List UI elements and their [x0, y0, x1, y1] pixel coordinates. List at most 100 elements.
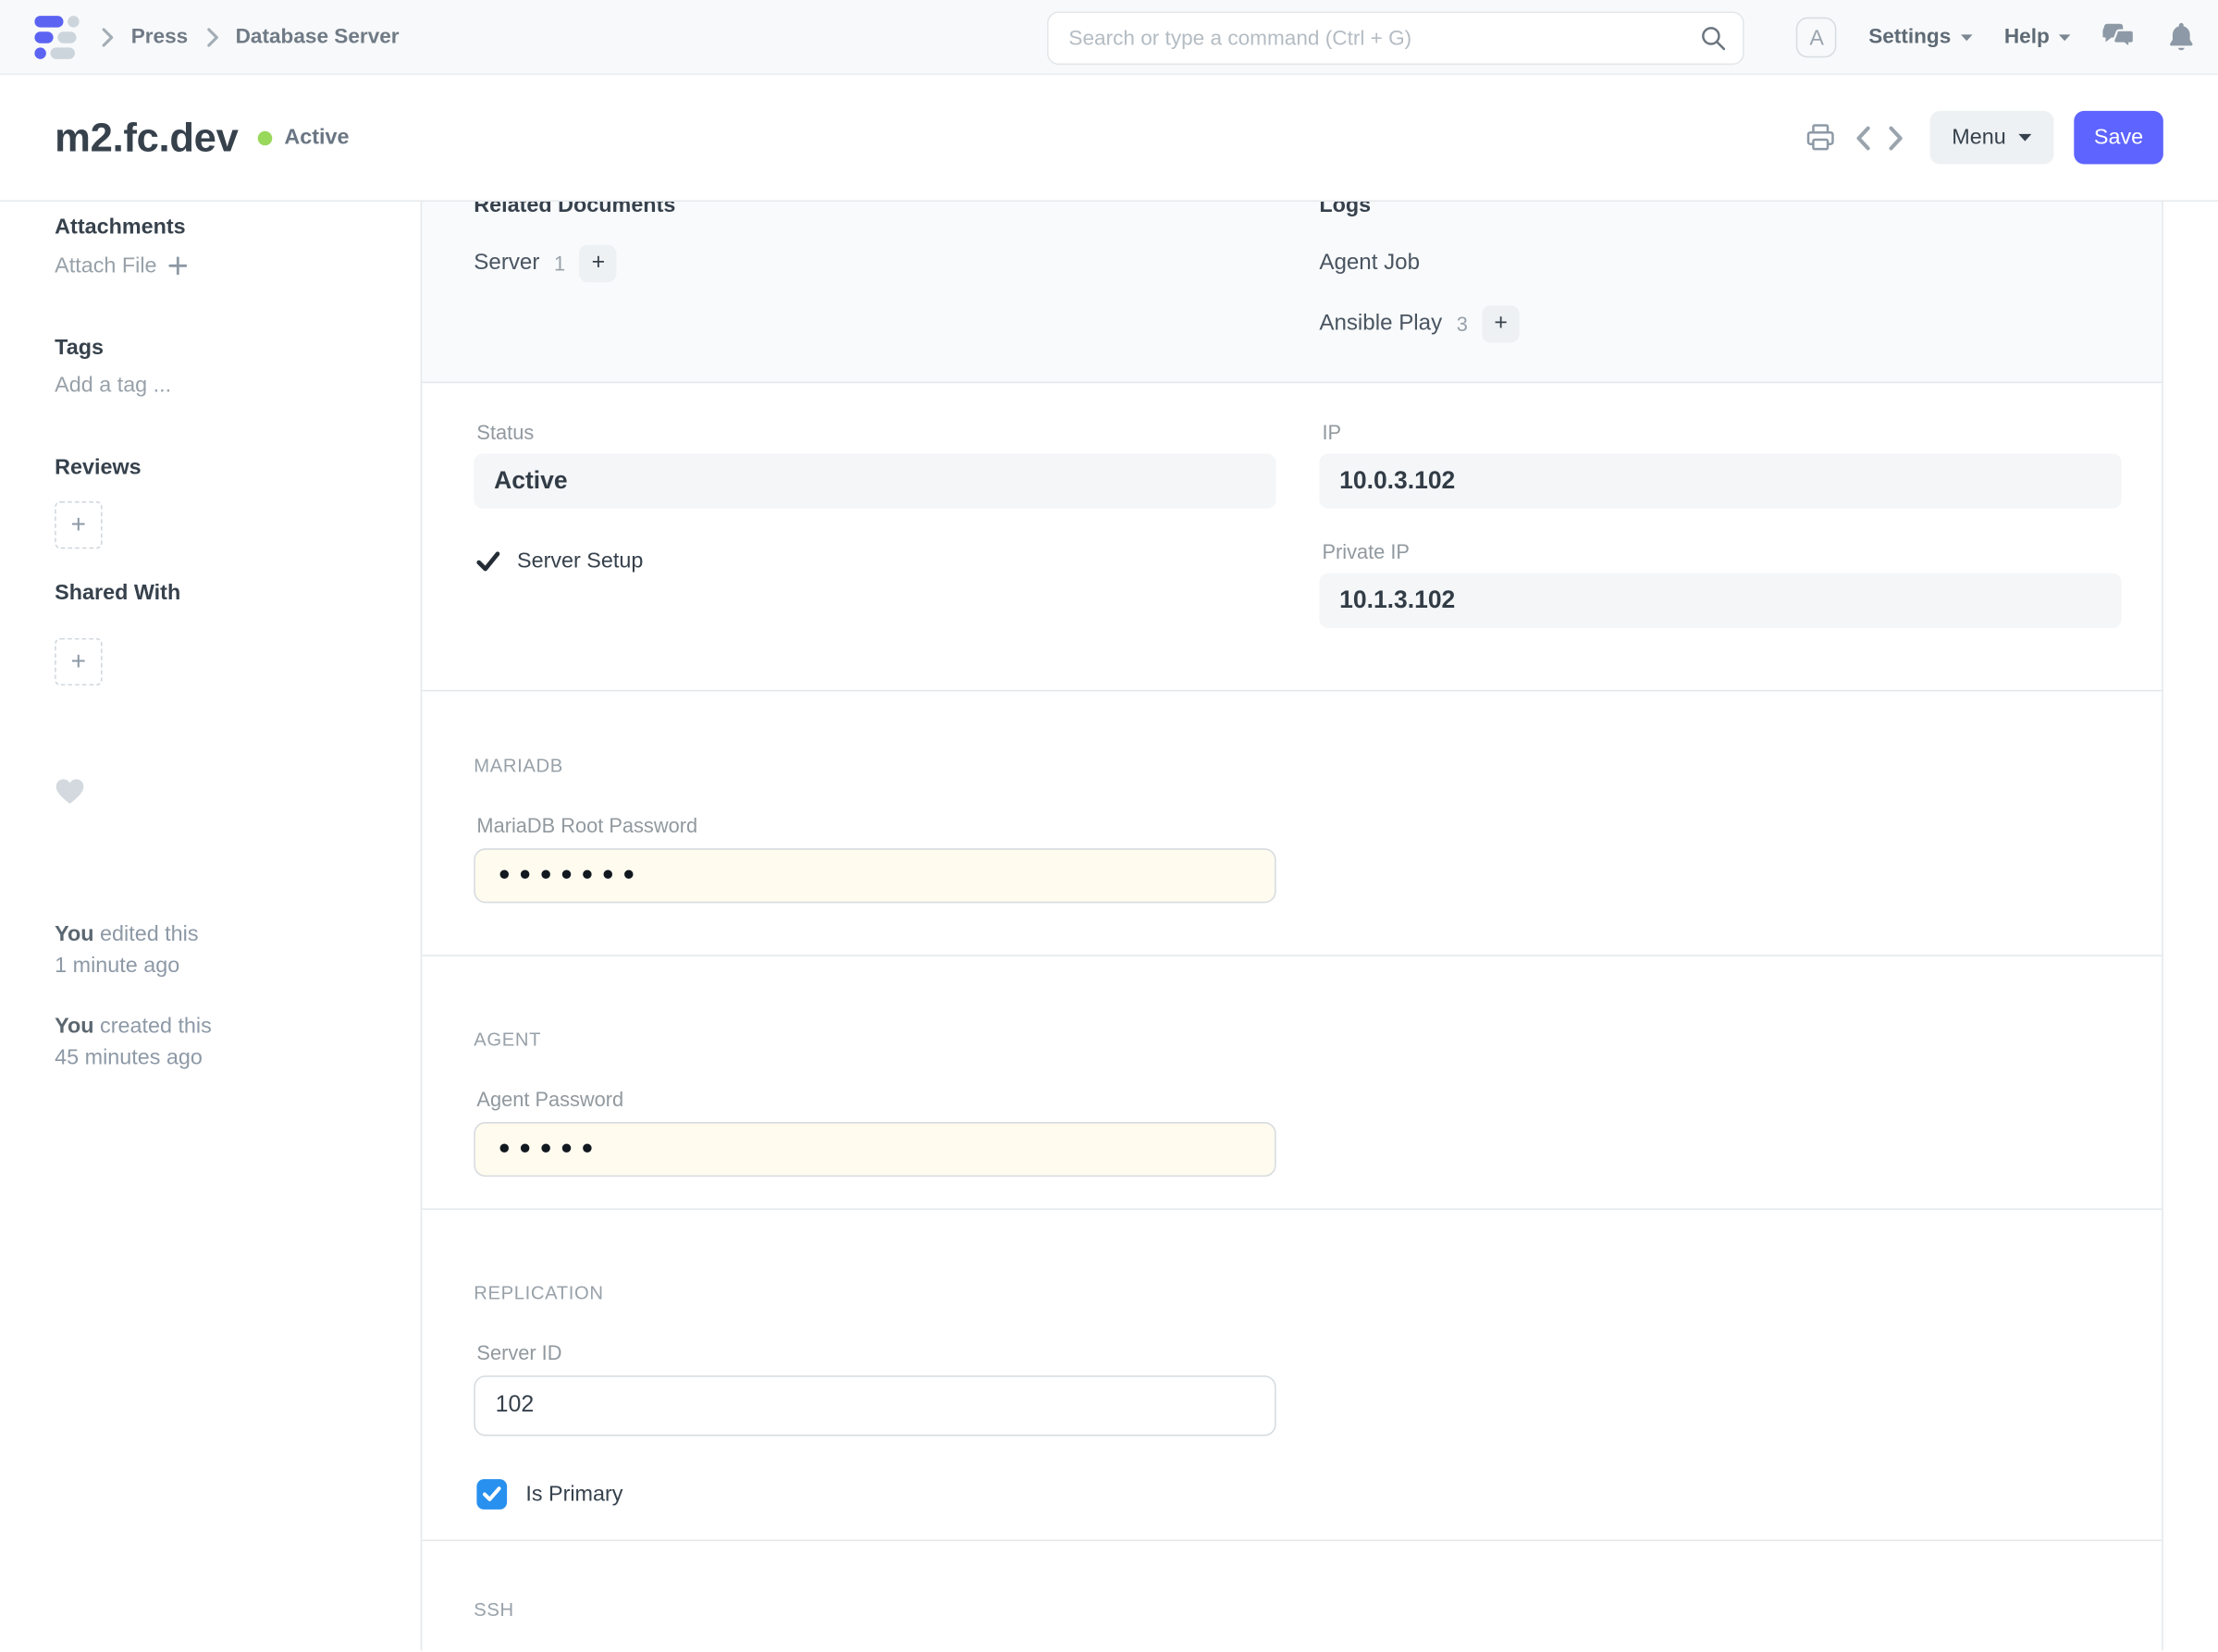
add-share-button[interactable]: +: [55, 638, 102, 685]
edited-time[interactable]: 1 minute ago: [55, 954, 179, 978]
save-button[interactable]: Save: [2074, 111, 2163, 165]
log-link-agent-job: Agent Job: [1319, 245, 2121, 282]
mariadb-root-password-input[interactable]: •••••••: [474, 848, 1275, 903]
edited-meta: You edited this 1 minute ago: [55, 918, 391, 982]
form-sidebar: Attachments Attach File Tags Add a tag .…: [0, 202, 421, 1650]
server-count-badge: 1: [554, 252, 565, 275]
section-status: Status Active Server Setup IP 10.0.3.102…: [422, 383, 2162, 691]
server-id-input[interactable]: [474, 1375, 1275, 1436]
plus-icon: +: [71, 647, 86, 677]
status-indicator: Active: [258, 125, 349, 149]
plus-icon: +: [1494, 311, 1508, 337]
avatar[interactable]: A: [1796, 18, 1837, 58]
plus-icon: [168, 256, 187, 275]
is-primary-checkbox[interactable]: [476, 1479, 507, 1510]
status-indicator-label: Active: [284, 125, 349, 149]
edited-by: You: [55, 922, 93, 946]
created-action: created this: [94, 1014, 212, 1038]
ansible-play-count-badge: 3: [1457, 313, 1468, 336]
chevron-down-icon: [2058, 33, 2071, 42]
agent-section-heading: AGENT: [474, 1029, 2118, 1050]
server-setup-check: Server Setup: [476, 549, 1275, 573]
attach-file-label: Attach File: [55, 253, 156, 277]
form-dashboard: Related Documents Server 1 + Logs Agent …: [422, 202, 2162, 383]
masked-password: •••••: [496, 1134, 599, 1165]
check-icon: [483, 1486, 501, 1502]
status-value-field: Active: [474, 453, 1275, 508]
logs-heading: Logs: [1319, 202, 2121, 219]
print-icon[interactable]: [1806, 124, 1835, 152]
breadcrumb-item-press[interactable]: Press: [131, 25, 189, 48]
agent-job-link[interactable]: Agent Job: [1319, 251, 1420, 277]
private-ip-label: Private IP: [1322, 540, 2121, 563]
add-ansible-play-button[interactable]: +: [1482, 305, 1519, 342]
related-documents-heading: Related Documents: [474, 202, 1275, 219]
breadcrumb-item-database-server[interactable]: Database Server: [236, 25, 400, 48]
logs-column: Logs Agent Job Ansible Play 3 +: [1319, 202, 2121, 382]
global-search: [1047, 11, 1744, 65]
log-link-ansible-play: Ansible Play 3 +: [1319, 305, 2121, 342]
attachments-heading: Attachments: [55, 215, 391, 239]
settings-menu[interactable]: Settings: [1868, 26, 1972, 49]
search-input[interactable]: [1047, 11, 1744, 65]
menu-button[interactable]: Menu: [1930, 111, 2054, 165]
created-time[interactable]: 45 minutes ago: [55, 1045, 203, 1069]
active-dot-icon: [258, 130, 273, 145]
plus-icon: +: [592, 251, 606, 277]
app-logo-icon[interactable]: [34, 12, 83, 61]
masked-password: •••••••: [496, 860, 641, 891]
section-mariadb: MARIADB MariaDB Root Password •••••••: [422, 691, 2162, 956]
help-menu[interactable]: Help: [2004, 26, 2071, 49]
navbar: Press Database Server A Settings Help: [0, 0, 2218, 75]
server-setup-label: Server Setup: [517, 549, 643, 573]
agent-password-input[interactable]: •••••: [474, 1122, 1275, 1177]
agent-password-label: Agent Password: [476, 1088, 2118, 1111]
breadcrumb: Press Database Server: [34, 12, 399, 61]
reviews-heading: Reviews: [55, 455, 391, 479]
page-head: m2.fc.dev Active: [0, 75, 2218, 202]
ansible-play-link[interactable]: Ansible Play: [1319, 311, 1442, 337]
status-column: Status Active Server Setup: [474, 421, 1275, 690]
private-ip-value-field: 10.1.3.102: [1319, 573, 2121, 628]
chevron-down-icon: [2017, 132, 2032, 142]
attach-file-button[interactable]: Attach File: [55, 253, 391, 277]
next-document-icon[interactable]: [1888, 125, 1904, 151]
tags-heading: Tags: [55, 336, 391, 360]
add-review-button[interactable]: +: [55, 501, 102, 549]
is-primary-label: Is Primary: [525, 1482, 622, 1506]
add-server-button[interactable]: +: [580, 245, 617, 282]
section-ssh: SSH: [422, 1541, 2162, 1650]
section-agent: AGENT Agent Password •••••: [422, 956, 2162, 1210]
notifications-bell-icon[interactable]: [2167, 21, 2195, 53]
server-link[interactable]: Server: [474, 251, 539, 277]
search-icon[interactable]: [1699, 24, 1727, 58]
created-by: You: [55, 1014, 93, 1038]
replication-section-heading: REPLICATION: [474, 1282, 2118, 1303]
app: Press Database Server A Settings Help: [0, 0, 2218, 1652]
chevron-down-icon: [1960, 33, 1973, 42]
ip-label: IP: [1322, 421, 2121, 444]
heart-icon: [55, 778, 85, 806]
mariadb-root-password-label: MariaDB Root Password: [476, 814, 2118, 837]
server-id-label: Server ID: [476, 1341, 2118, 1364]
like-button[interactable]: [55, 778, 391, 812]
menu-button-label: Menu: [1952, 125, 2005, 149]
prev-document-icon[interactable]: [1855, 125, 1871, 151]
ssh-section-heading: SSH: [474, 1598, 2118, 1620]
mariadb-section-heading: MARIADB: [474, 755, 2118, 776]
section-replication: REPLICATION Server ID Is Primary: [422, 1210, 2162, 1541]
ip-column: IP 10.0.3.102 Private IP 10.1.3.102: [1319, 421, 2121, 690]
checkmark-icon: [476, 551, 499, 572]
add-tag-input[interactable]: Add a tag ...: [55, 373, 391, 397]
ip-value-field: 10.0.3.102: [1319, 453, 2121, 508]
is-primary-row: Is Primary: [476, 1479, 2118, 1510]
edited-action: edited this: [94, 922, 199, 946]
settings-label: Settings: [1868, 26, 1951, 49]
help-label: Help: [2004, 26, 2050, 49]
breadcrumb-chevron-icon: [101, 27, 114, 47]
page-title: m2.fc.dev: [55, 115, 238, 161]
chat-icon[interactable]: [2102, 22, 2136, 53]
form-body: Related Documents Server 1 + Logs Agent …: [421, 202, 2163, 1650]
status-label: Status: [476, 421, 1275, 444]
shared-with-heading: Shared With: [55, 581, 391, 605]
